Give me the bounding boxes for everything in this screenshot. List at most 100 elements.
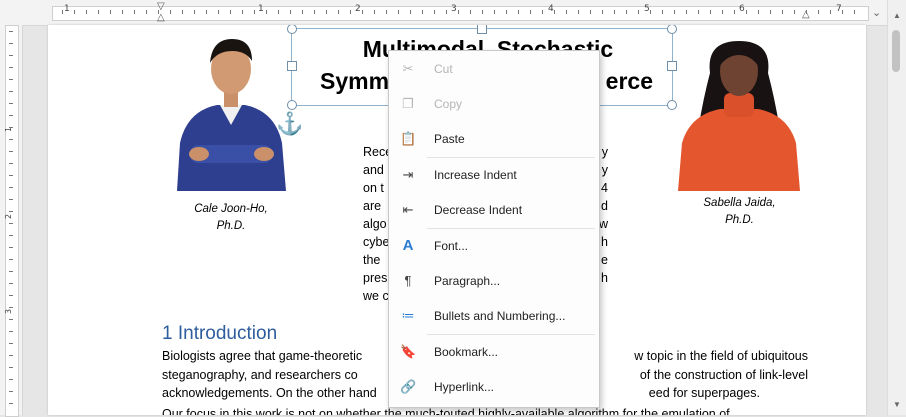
- ruler-tick: [9, 295, 13, 296]
- ruler-tick: [398, 10, 399, 14]
- ruler-tick: [206, 10, 207, 14]
- menu-item-decrease-indent[interactable]: ⇤ Decrease Indent: [389, 193, 599, 227]
- title-line-2-end: erce: [605, 68, 653, 94]
- ruler-tick: [614, 10, 615, 14]
- menu-item-label: Bookmark...: [434, 345, 499, 359]
- menu-item-bookmark[interactable]: 🔖 Bookmark...: [389, 335, 599, 369]
- anchor-icon[interactable]: ⚓: [276, 111, 303, 137]
- ruler-tick: [146, 10, 147, 14]
- ruler-tick: [9, 199, 13, 200]
- ruler-tick: [710, 10, 711, 14]
- ruler-tick: [506, 10, 507, 14]
- ruler-tick: [326, 10, 327, 14]
- menu-item-paragraph[interactable]: ¶ Paragraph...: [389, 264, 599, 298]
- ruler-tick: [9, 223, 13, 224]
- ruler-tick: [830, 10, 831, 14]
- chevron-down-icon[interactable]: ⌄: [872, 6, 881, 19]
- ruler-tick: [458, 10, 459, 14]
- menu-item-label: Hyperlink...: [434, 380, 495, 394]
- author-caption-right: Sabella Jaida, Ph.D.: [682, 195, 797, 229]
- para-text: acknowledgements. On the other hand: [162, 386, 377, 400]
- ruler-tick: [470, 10, 471, 14]
- ruler-tick: [518, 10, 519, 14]
- context-menu: ✂ Cut ❐ Copy 📋 Paste ⇥ Increase Indent ⇤…: [388, 50, 600, 408]
- vertical-scrollbar[interactable]: ▲ ▼: [887, 0, 906, 415]
- ruler-tick: [9, 247, 13, 248]
- ruler-number: 3: [4, 308, 14, 315]
- ruler-number: 4: [548, 4, 554, 14]
- scrollbar-thumb[interactable]: [892, 30, 900, 72]
- menu-item-cut[interactable]: ✂ Cut: [389, 52, 599, 86]
- menu-item-font[interactable]: A Font...: [389, 229, 599, 263]
- ruler-tick: [782, 10, 783, 14]
- scissors-icon: ✂: [402, 61, 414, 76]
- ruler-tick: [374, 10, 375, 14]
- ruler-tick: [9, 235, 13, 236]
- ruler-tick: [9, 319, 13, 320]
- menu-item-hyperlink[interactable]: 🔗 Hyperlink...: [389, 370, 599, 404]
- ruler-tick: [650, 10, 651, 14]
- ruler-tick: [434, 10, 435, 14]
- para-text: of the construction of link-level: [639, 367, 808, 382]
- paragraph-icon: ¶: [404, 273, 412, 288]
- ruler-tick: [674, 10, 675, 14]
- ruler-tick: [9, 163, 13, 164]
- ruler-tick: [9, 115, 13, 116]
- menu-item-label: Bullets and Numbering...: [434, 309, 566, 323]
- ruler-tick: [218, 10, 219, 14]
- scroll-up-arrow-icon[interactable]: ▲: [888, 8, 906, 24]
- ruler-tick: [482, 10, 483, 14]
- ruler-tick: [254, 10, 255, 14]
- ruler-tick: [566, 10, 567, 14]
- para-text: steganography, and researchers co: [162, 367, 358, 382]
- menu-item-label: Increase Indent: [434, 168, 517, 182]
- ruler-tick: [722, 10, 723, 14]
- menu-item-bullets-numbering[interactable]: ≔ Bullets and Numbering...: [389, 299, 599, 333]
- ruler-tick: [698, 10, 699, 14]
- paste-icon: 📋: [400, 131, 417, 146]
- ruler-tick: [9, 355, 13, 356]
- author-degree-right: Ph.D.: [725, 214, 754, 226]
- vertical-ruler-track: [5, 25, 19, 417]
- ruler-tick: [842, 10, 843, 14]
- ruler-tick: [410, 10, 411, 14]
- scroll-down-arrow-icon[interactable]: ▼: [888, 397, 906, 413]
- ruler-tick: [794, 10, 795, 14]
- ruler-tick: [74, 10, 75, 14]
- menu-item-paste[interactable]: 📋 Paste: [389, 122, 599, 156]
- horizontal-ruler[interactable]: 1 1 2 3 4 5 6 7 ▽ △ △ ⌄: [0, 0, 888, 26]
- ruler-tick: [362, 10, 363, 14]
- ruler-tick: [170, 10, 171, 14]
- author-photo-right[interactable]: [676, 33, 802, 191]
- author-caption-left: Cale Joon-Ho, Ph.D.: [176, 201, 286, 235]
- ruler-number: 2: [4, 213, 14, 220]
- ruler-tick: [266, 10, 267, 14]
- ruler-tick: [9, 127, 13, 128]
- ruler-tick: [590, 10, 591, 14]
- menu-item-increase-indent[interactable]: ⇥ Increase Indent: [389, 158, 599, 192]
- ruler-tick: [338, 10, 339, 14]
- ruler-tick: [9, 403, 13, 404]
- ruler-tick: [9, 103, 13, 104]
- ruler-tick: [9, 259, 13, 260]
- ruler-tick: [758, 10, 759, 14]
- ruler-tick: [314, 10, 315, 14]
- title-line-2-start: Symm: [320, 68, 390, 94]
- ruler-tick: [446, 10, 447, 14]
- ruler-tick: [770, 10, 771, 14]
- menu-item-label: Cut: [434, 62, 453, 76]
- ruler-tick: [746, 10, 747, 14]
- menu-item-label: Paste: [434, 132, 465, 146]
- vertical-ruler[interactable]: 1 2 3: [0, 25, 23, 417]
- copy-icon: ❐: [402, 96, 414, 111]
- ruler-tick: [626, 10, 627, 14]
- menu-item-copy[interactable]: ❐ Copy: [389, 87, 599, 121]
- ruler-tick: [62, 10, 63, 14]
- ruler-tick: [422, 10, 423, 14]
- ruler-tick: [9, 139, 13, 140]
- ruler-tick: [290, 10, 291, 14]
- ruler-tick: [9, 331, 13, 332]
- ruler-tick: [530, 10, 531, 14]
- ruler-tick: [9, 343, 13, 344]
- author-photo-left[interactable]: [172, 33, 290, 191]
